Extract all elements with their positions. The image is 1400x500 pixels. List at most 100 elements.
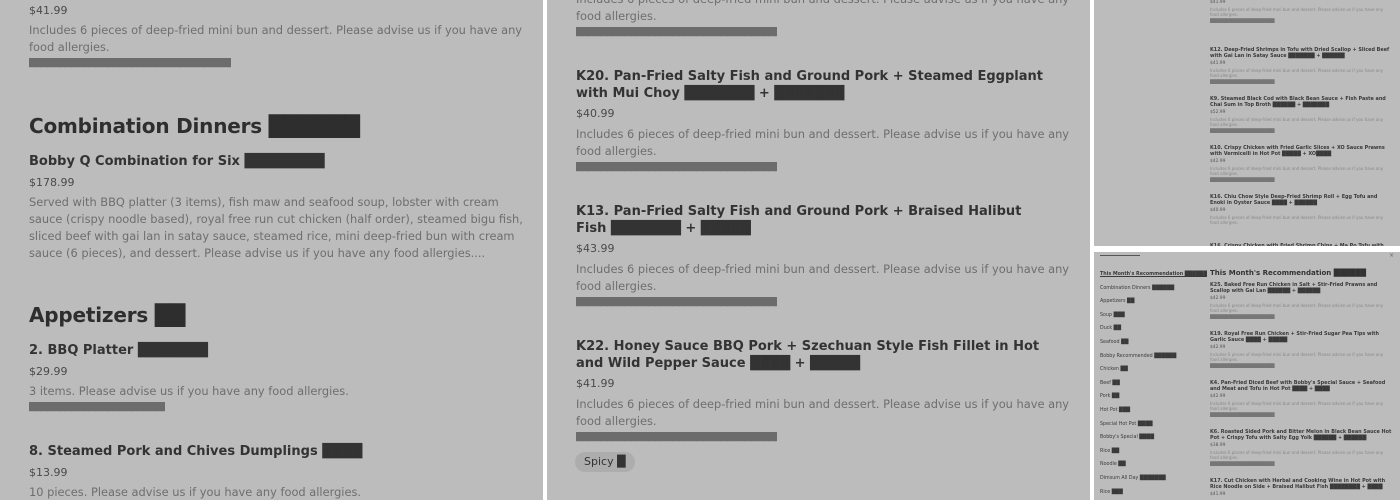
menu-item[interactable]: K16. Chiu Chow Style Deep-Fried Shrimp R… bbox=[1210, 194, 1392, 225]
item-description: Served with BBQ platter (3 items), fish … bbox=[29, 195, 523, 260]
item-description: Includes 6 pieces of deep-fried mini bun… bbox=[1210, 401, 1384, 411]
item-translation: ████████████████████████ bbox=[1210, 79, 1275, 84]
item-price: $40.99 bbox=[1210, 208, 1226, 213]
sidebar-category-item[interactable]: Bobby Recommended ██████ bbox=[1100, 350, 1207, 364]
menu-item[interactable]: K4. Pan-Fried Diced Beef with Bobby's Sp… bbox=[1210, 380, 1392, 417]
item-price: $41.99 bbox=[29, 4, 68, 17]
item-description: Includes 6 pieces of deep-fried mini bun… bbox=[576, 262, 1070, 293]
item-description: Includes 6 pieces of deep-fried mini bun… bbox=[576, 0, 1069, 23]
sidebar-category-item[interactable]: Hot Pot ███ bbox=[1100, 404, 1207, 418]
sidebar-category-item[interactable]: Duck ██ bbox=[1100, 322, 1207, 336]
item-translation: ████████████████████████ bbox=[1210, 128, 1275, 133]
item-price: $178.99 bbox=[29, 176, 75, 189]
menu-item[interactable]: K17. Cut Chicken with Herbal and Cooking… bbox=[1210, 478, 1392, 497]
sidebar-category-item[interactable]: Rice ███ bbox=[1100, 486, 1207, 500]
menu-item[interactable]: $41.99 Includes 6 pieces of deep-fried mi… bbox=[1210, 0, 1392, 23]
item-description: Includes 6 pieces of deep-fried mini bun… bbox=[1210, 215, 1384, 225]
sidebar-category-item[interactable]: Seafood ██ bbox=[1100, 336, 1207, 350]
item-translation: ████████████████████████ bbox=[1210, 18, 1275, 23]
item-description: Includes 6 pieces of deep-fried mini bun… bbox=[576, 127, 1070, 158]
menu-panel-combination: $41.99 Includes 6 pieces of deep-fried m… bbox=[0, 0, 543, 500]
item-translation: ████████████████████████ bbox=[1210, 461, 1275, 466]
menu-item[interactable]: K25. Baked Free Run Chicken in Salt + St… bbox=[1210, 282, 1392, 319]
item-price: $41.99 bbox=[1210, 492, 1226, 497]
category-sidebar: This Month's Recommendation ██████ Combin… bbox=[1100, 268, 1207, 499]
item-title: K10. Crispy Chicken with Fried Garlic Sl… bbox=[1210, 145, 1385, 157]
item-description: Includes 6 pieces of deep-fried mini bun… bbox=[1210, 117, 1384, 127]
sidebar-category-item[interactable]: Dimsum All Day ███████ bbox=[1100, 472, 1207, 486]
menu-panel-mini-sidebar: × This Month's Recommendation ██████ Comb… bbox=[1094, 252, 1400, 500]
scroll-indicator bbox=[1100, 255, 1140, 256]
item-title: K12. Deep-Fried Shrimps in Tofu with Dri… bbox=[1210, 47, 1390, 59]
item-translation: ████████████████████████ bbox=[1210, 412, 1275, 417]
item-title: K16. Crispy Chicken with Fried Shrimp Ch… bbox=[1210, 243, 1384, 246]
item-description: Includes 6 pieces of deep-fried mini bun… bbox=[1210, 7, 1384, 17]
menu-item[interactable]: K16. Crispy Chicken with Fried Shrimp Ch… bbox=[1210, 243, 1392, 246]
item-description: Includes 6 pieces of deep-fried mini bun… bbox=[576, 397, 1070, 428]
item-price: $40.99 bbox=[576, 107, 615, 120]
item-translation: █████████████████████████████ bbox=[29, 402, 165, 412]
item-description: 10 pieces. Please advise us if you have … bbox=[29, 485, 362, 499]
sidebar-category-item[interactable]: Noodle ██ bbox=[1100, 458, 1207, 472]
item-price: $42.99 bbox=[1210, 159, 1226, 164]
item-title: K4. Pan-Fried Diced Beef with Bobby's Sp… bbox=[1210, 380, 1386, 392]
section-title: Combination Dinners ██████ bbox=[29, 114, 360, 138]
item-translation: ████████████████████████████████████████… bbox=[576, 297, 777, 307]
item-title: K19. Royal Free Run Chicken + Stir-Fried… bbox=[1210, 331, 1380, 343]
item-title: K6. Roasted Sided Pork and Bitter Melon … bbox=[1210, 429, 1392, 441]
item-title: 2. BBQ Platter ███████ bbox=[29, 343, 208, 358]
section-title: This Month's Recommendation ██████ bbox=[1210, 269, 1367, 277]
sidebar-category-item[interactable]: Chicken ██ bbox=[1100, 363, 1207, 377]
sidebar-category-item[interactable]: Appetizers ██ bbox=[1100, 295, 1207, 309]
menu-item[interactable]: K9. Steamed Black Cod with Black Bean Sa… bbox=[1210, 96, 1392, 133]
item-translation: ████████████████████████ bbox=[1210, 314, 1275, 319]
item-description: Includes 6 pieces of deep-fried mini bun… bbox=[29, 23, 523, 54]
menu-item[interactable]: K12. Deep-Fried Shrimps in Tofu with Dri… bbox=[1210, 47, 1392, 84]
sidebar-category-item[interactable]: Bobby's Special ████ bbox=[1100, 431, 1207, 445]
item-price: $41.99 bbox=[1210, 0, 1226, 5]
item-translation: ████████████████████████████████████████… bbox=[576, 162, 777, 172]
item-description: Includes 6 pieces of deep-fried mini bun… bbox=[1210, 303, 1384, 313]
item-price: $38.99 bbox=[1210, 443, 1226, 448]
sidebar-category-item[interactable]: This Month's Recommendation ██████ bbox=[1100, 268, 1207, 282]
item-title: K25. Baked Free Run Chicken in Salt + St… bbox=[1210, 282, 1378, 294]
item-title: K9. Steamed Black Cod with Black Bean Sa… bbox=[1210, 96, 1386, 108]
item-translation: ████████████████████████ bbox=[1210, 177, 1275, 182]
sidebar-category-item[interactable]: Rice ██ bbox=[1100, 445, 1207, 459]
sidebar-category-item[interactable]: Soup ███ bbox=[1100, 309, 1207, 323]
item-price: $52.99 bbox=[1210, 110, 1226, 115]
item-title: 8. Steamed Pork and Chives Dumplings ███… bbox=[29, 444, 363, 459]
menu-item[interactable]: K6. Roasted Sided Pork and Bitter Melon … bbox=[1210, 429, 1392, 466]
item-price: $42.99 bbox=[1210, 345, 1226, 350]
menu-item[interactable]: K10. Crispy Chicken with Fried Garlic Sl… bbox=[1210, 145, 1392, 182]
item-price: $43.99 bbox=[576, 242, 615, 255]
item-description: 3 items. Please advise us if you have an… bbox=[29, 384, 349, 398]
item-translation: ████████████████████████████████████████… bbox=[576, 27, 777, 37]
sidebar-category-item[interactable]: Combination Dinners ██████ bbox=[1100, 282, 1207, 296]
close-icon[interactable]: × bbox=[1389, 252, 1394, 259]
item-price: $42.99 bbox=[1210, 394, 1226, 399]
sidebar-category-item[interactable]: Pork ██ bbox=[1100, 390, 1207, 404]
item-price: $29.99 bbox=[29, 365, 68, 378]
item-title: K17. Cut Chicken with Herbal and Cooking… bbox=[1210, 478, 1386, 490]
item-description: Includes 6 pieces of deep-fried mini bun… bbox=[1210, 68, 1384, 78]
item-price: $42.99 bbox=[1210, 296, 1226, 301]
item-translation: ████████████████████████ bbox=[1210, 363, 1275, 368]
item-description: Includes 6 pieces of deep-fried mini bun… bbox=[1210, 166, 1384, 176]
item-translation: ████████████████████████████████████████… bbox=[576, 432, 777, 442]
item-title: K22. Honey Sauce BBQ Pork + Szechuan Sty… bbox=[576, 339, 1040, 371]
item-title: K16. Chiu Chow Style Deep-Fried Shrimp R… bbox=[1210, 194, 1378, 206]
menu-panel-mini-top: $41.99 Includes 6 pieces of deep-fried mi… bbox=[1094, 0, 1400, 246]
item-price: $41.99 bbox=[576, 377, 615, 390]
item-title: K13. Pan-Fried Salty Fish and Ground Por… bbox=[576, 204, 1022, 236]
item-translation: ████████████████████████████████████ bbox=[29, 58, 231, 68]
item-price: $13.99 bbox=[29, 466, 68, 479]
item-description: Includes 6 pieces of deep-fried mini bun… bbox=[1210, 352, 1384, 362]
menu-item[interactable]: K19. Royal Free Run Chicken + Stir-Fried… bbox=[1210, 331, 1392, 368]
sidebar-category-item[interactable]: Beef ██ bbox=[1100, 377, 1207, 391]
spicy-badge: Spicy █ bbox=[575, 452, 635, 472]
item-price: $41.99 bbox=[1210, 61, 1226, 66]
item-title: Bobby Q Combination for Six ████████ bbox=[29, 154, 325, 169]
sidebar-category-item[interactable]: Special Hot Pot ████ bbox=[1100, 418, 1207, 432]
item-description: Includes 6 pieces of deep-fried mini bun… bbox=[1210, 450, 1384, 460]
